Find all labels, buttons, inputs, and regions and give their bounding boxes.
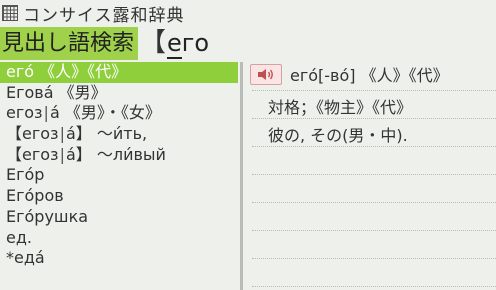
ruled-line	[252, 90, 496, 91]
definition-line: 対格；《物主》《代》	[268, 98, 413, 117]
list-item-selected[interactable]: его́ 《人》《代》	[0, 62, 238, 83]
search-bracket: 【	[140, 28, 167, 58]
list-item[interactable]: ед.	[0, 228, 238, 249]
search-input[interactable]: его	[166, 27, 367, 60]
search-mode-label[interactable]: 見出し語検索	[0, 27, 139, 60]
app-title: コンサイス露和辞典	[23, 5, 185, 26]
list-item[interactable]: Его́рушка	[0, 207, 238, 228]
ruled-line	[252, 118, 496, 119]
ruled-line	[252, 230, 496, 231]
title-bar: コンサイス露和辞典	[0, 0, 496, 26]
speaker-icon[interactable]	[250, 63, 282, 85]
dictionary-screen: コンサイス露和辞典 見出し語検索 【 его его́ 《人》《代》 Егова…	[0, 0, 496, 290]
ruled-line	[252, 174, 496, 175]
pane-divider	[240, 62, 243, 290]
definition-pane: его́[-во́] 《人》《代》 対格；《物主》《代》 彼の, その(男・中)…	[244, 62, 496, 290]
list-item[interactable]: *еда́	[0, 248, 238, 269]
definition-headword: его́[-во́] 《人》《代》	[290, 66, 449, 85]
list-item[interactable]: Его́р	[0, 165, 238, 186]
list-item[interactable]: 【егоз|а́】 ～ли́вый	[0, 145, 238, 166]
list-item[interactable]: 【егоз|а́】 ～и́ть,	[0, 124, 238, 145]
ruled-line	[252, 286, 496, 287]
list-item[interactable]: Его́ров	[0, 186, 238, 207]
definition-line: 彼の, その(男・中).	[268, 126, 408, 145]
search-bar: 見出し語検索 【 его	[0, 27, 496, 60]
ruled-line	[252, 146, 496, 147]
list-item[interactable]: егоз|а́ 《男》・《女》	[0, 103, 238, 124]
menu-grid-icon[interactable]	[2, 5, 18, 21]
ruled-line	[252, 202, 496, 203]
definition-header: его́[-во́] 《人》《代》	[250, 62, 449, 86]
headword-list[interactable]: его́ 《人》《代》 Егова́ 《男》 егоз|а́ 《男》・《女》 【…	[0, 62, 238, 290]
list-item[interactable]: Егова́ 《男》	[0, 83, 238, 104]
ruled-line	[252, 258, 496, 259]
search-query-rest: го	[181, 29, 210, 57]
search-query-cursor-char: е	[167, 29, 182, 59]
